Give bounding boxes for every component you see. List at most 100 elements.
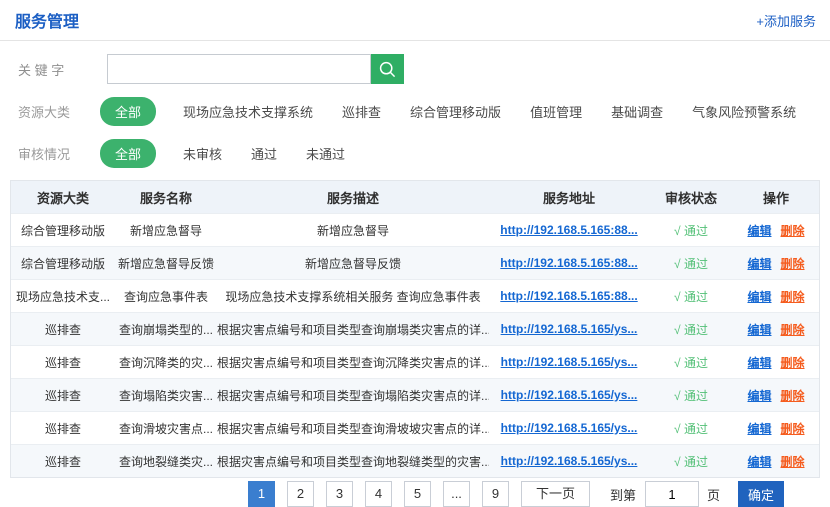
service-url-link[interactable]: http://192.168.5.165/ys...	[489, 421, 649, 435]
cell-actions: 编辑删除	[733, 420, 819, 437]
filter-option-1-0-selected[interactable]: 全部	[100, 139, 156, 168]
edit-link[interactable]: 编辑	[747, 323, 771, 337]
table-row: 巡排查查询滑坡灾害点...根据灾害点编号和项目类型查询滑坡坡灾害点的详...ht…	[11, 411, 819, 444]
delete-link[interactable]: 删除	[781, 257, 805, 271]
cell-service-name: 查询地裂缝类灾...	[115, 453, 217, 470]
goto-page-prefix: 到第	[610, 485, 636, 504]
cell-service-name: 新增应急督导	[115, 222, 217, 239]
cell-actions: 编辑删除	[733, 222, 819, 239]
page-button-3[interactable]: 3	[326, 481, 353, 507]
delete-link[interactable]: 删除	[781, 290, 805, 304]
service-url-link[interactable]: http://192.168.5.165/ys...	[489, 454, 649, 468]
goto-page-input[interactable]	[645, 481, 699, 507]
cell-category: 巡排查	[11, 321, 115, 338]
edit-link[interactable]: 编辑	[747, 224, 771, 238]
search-button[interactable]	[371, 54, 404, 84]
cell-service-desc: 现场应急技术支撑系统相关服务 查询应急事件表	[217, 288, 489, 305]
edit-link[interactable]: 编辑	[747, 356, 771, 370]
status-pass-badge: √ 通过	[649, 387, 733, 404]
status-pass-badge: √ 通过	[649, 453, 733, 470]
cell-service-name: 新增应急督导反馈	[115, 255, 217, 272]
cell-service-desc: 新增应急督导反馈	[217, 255, 489, 272]
service-url-link[interactable]: http://192.168.5.165/ys...	[489, 355, 649, 369]
page-button-1[interactable]: 1	[248, 481, 275, 507]
edit-link[interactable]: 编辑	[747, 257, 771, 271]
table-row: 综合管理移动版新增应急督导反馈新增应急督导反馈http://192.168.5.…	[11, 246, 819, 279]
status-pass-badge: √ 通过	[649, 420, 733, 437]
filter-option-0-3[interactable]: 综合管理移动版	[410, 102, 501, 121]
status-pass-badge: √ 通过	[649, 255, 733, 272]
page-button-5[interactable]: 5	[404, 481, 431, 507]
keyword-label: 关 键 字	[18, 60, 107, 79]
edit-link[interactable]: 编辑	[747, 455, 771, 469]
cell-actions: 编辑删除	[733, 387, 819, 404]
cell-category: 综合管理移动版	[11, 222, 115, 239]
filter-option-1-2[interactable]: 通过	[251, 144, 277, 163]
column-header-3: 服务地址	[489, 188, 649, 207]
goto-page-suffix: 页	[707, 485, 720, 504]
filter-label-0: 资源大类	[18, 102, 100, 121]
filter-row-1: 审核情况全部未审核通过未通过	[18, 139, 830, 168]
services-table: 资源大类服务名称服务描述服务地址审核状态操作 综合管理移动版新增应急督导新增应急…	[10, 180, 820, 478]
cell-category: 巡排查	[11, 453, 115, 470]
page-header: 服务管理 +添加服务	[0, 0, 830, 41]
cell-service-name: 查询塌陷类灾害...	[115, 387, 217, 404]
filter-option-0-0-selected[interactable]: 全部	[100, 97, 156, 126]
service-url-link[interactable]: http://192.168.5.165/ys...	[489, 322, 649, 336]
status-pass-badge: √ 通过	[649, 354, 733, 371]
table-row: 巡排查查询沉降类的灾...根据灾害点编号和项目类型查询沉降类灾害点的详...ht…	[11, 345, 819, 378]
service-url-link[interactable]: http://192.168.5.165:88...	[489, 223, 649, 237]
cell-category: 巡排查	[11, 387, 115, 404]
filter-option-0-1[interactable]: 现场应急技术支撑系统	[183, 102, 313, 121]
page-button-4[interactable]: 4	[365, 481, 392, 507]
delete-link[interactable]: 删除	[781, 224, 805, 238]
cell-actions: 编辑删除	[733, 255, 819, 272]
page-button-2[interactable]: 2	[287, 481, 314, 507]
filter-options-0: 全部 现场应急技术支撑系统 巡排查 综合管理移动版 值班管理 基础调查 气象风险预警系统	[100, 97, 825, 126]
filter-option-1-3[interactable]: 未通过	[306, 144, 345, 163]
table-body: 综合管理移动版新增应急督导新增应急督导http://192.168.5.165:…	[11, 213, 819, 477]
delete-link[interactable]: 删除	[781, 422, 805, 436]
filter-option-0-6[interactable]: 气象风险预警系统	[692, 102, 796, 121]
cell-actions: 编辑删除	[733, 354, 819, 371]
status-pass-badge: √ 通过	[649, 222, 733, 239]
column-header-4: 审核状态	[649, 188, 733, 207]
page-title: 服务管理	[15, 8, 79, 32]
edit-link[interactable]: 编辑	[747, 290, 771, 304]
table-row: 综合管理移动版新增应急督导新增应急督导http://192.168.5.165:…	[11, 213, 819, 246]
table-row: 巡排查查询崩塌类型的...根据灾害点编号和项目类型查询崩塌类灾害点的详...ht…	[11, 312, 819, 345]
cell-service-name: 查询滑坡灾害点...	[115, 420, 217, 437]
table-row: 现场应急技术支...查询应急事件表现场应急技术支撑系统相关服务 查询应急事件表h…	[11, 279, 819, 312]
delete-link[interactable]: 删除	[781, 455, 805, 469]
service-url-link[interactable]: http://192.168.5.165/ys...	[489, 388, 649, 402]
status-pass-badge: √ 通过	[649, 321, 733, 338]
filter-option-0-2[interactable]: 巡排查	[342, 102, 381, 121]
edit-link[interactable]: 编辑	[747, 389, 771, 403]
cell-service-name: 查询应急事件表	[115, 288, 217, 305]
delete-link[interactable]: 删除	[781, 389, 805, 403]
cell-service-desc: 根据灾害点编号和项目类型查询塌陷类灾害点的详...	[217, 387, 489, 404]
add-service-button[interactable]: +添加服务	[756, 11, 816, 30]
page-ellipsis-button[interactable]: ...	[443, 481, 470, 507]
filters-section: 资源大类全部 现场应急技术支撑系统 巡排查 综合管理移动版 值班管理 基础调查 气象风险预警…	[0, 97, 830, 168]
service-url-link[interactable]: http://192.168.5.165:88...	[489, 289, 649, 303]
confirm-button[interactable]: 确定	[738, 481, 784, 507]
cell-category: 巡排查	[11, 354, 115, 371]
filter-option-0-5[interactable]: 基础调查	[611, 102, 663, 121]
delete-link[interactable]: 删除	[781, 356, 805, 370]
filter-option-1-1[interactable]: 未审核	[183, 144, 222, 163]
column-header-2: 服务描述	[217, 188, 489, 207]
table-header-row: 资源大类服务名称服务描述服务地址审核状态操作	[11, 181, 819, 213]
edit-link[interactable]: 编辑	[747, 422, 771, 436]
pagination: 12345... 9 下一页 到第 页确定	[248, 481, 784, 507]
keyword-search-row: 关 键 字	[18, 54, 830, 84]
next-page-button[interactable]: 下一页	[521, 481, 590, 507]
keyword-input[interactable]	[107, 54, 371, 84]
cell-category: 综合管理移动版	[11, 255, 115, 272]
table-row: 巡排查查询塌陷类灾害...根据灾害点编号和项目类型查询塌陷类灾害点的详...ht…	[11, 378, 819, 411]
filter-option-0-4[interactable]: 值班管理	[530, 102, 582, 121]
cell-service-name: 查询沉降类的灾...	[115, 354, 217, 371]
delete-link[interactable]: 删除	[781, 323, 805, 337]
page-button-9[interactable]: 9	[482, 481, 509, 507]
service-url-link[interactable]: http://192.168.5.165:88...	[489, 256, 649, 270]
